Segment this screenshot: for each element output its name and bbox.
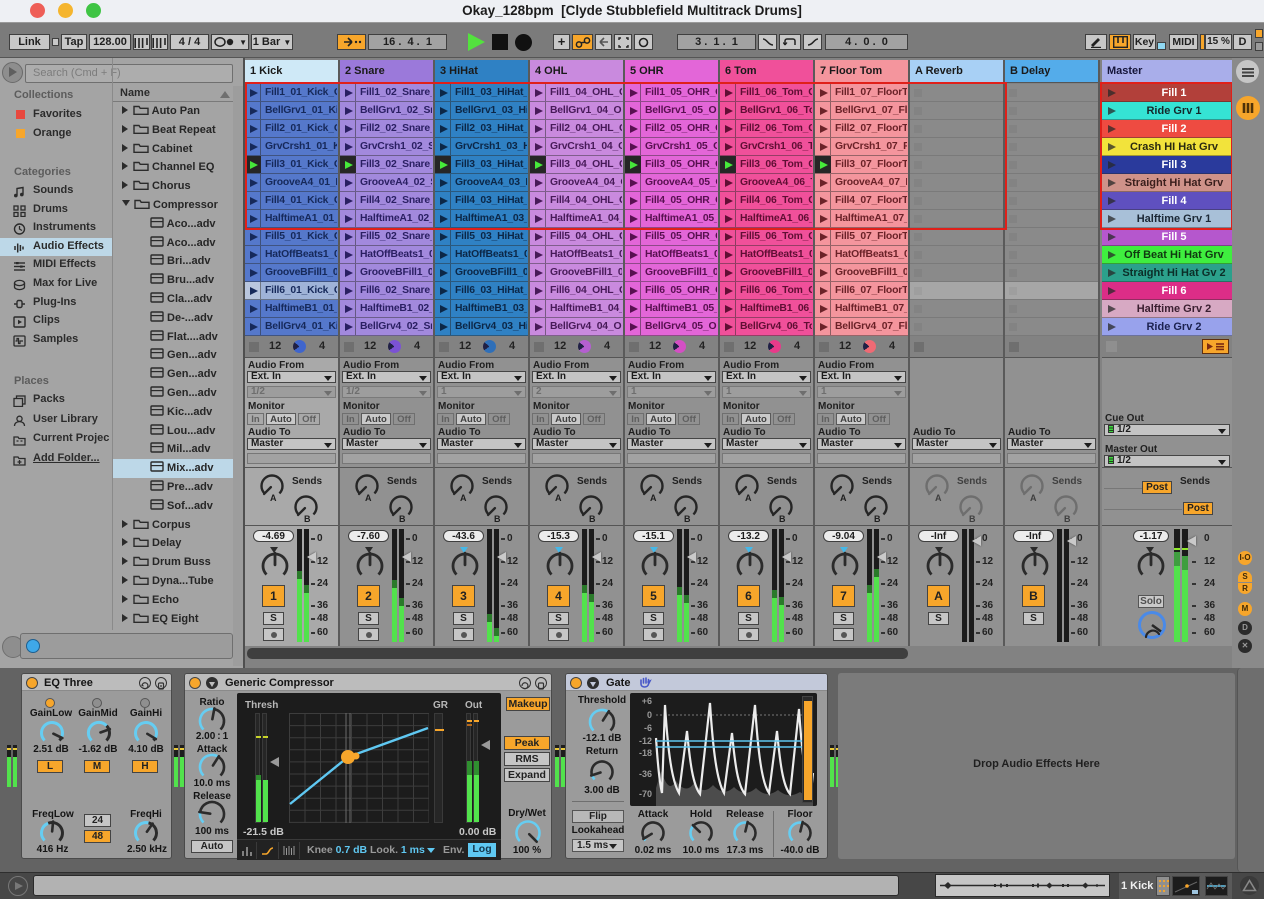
svg-text:+6: +6 [642, 696, 652, 706]
svg-text:-6: -6 [644, 723, 652, 733]
svg-text:0: 0 [647, 710, 652, 720]
svg-text:-70: -70 [639, 789, 652, 799]
svg-text:-18: -18 [639, 748, 652, 758]
svg-text:-12: -12 [639, 736, 652, 746]
svg-text:-36: -36 [639, 769, 652, 779]
